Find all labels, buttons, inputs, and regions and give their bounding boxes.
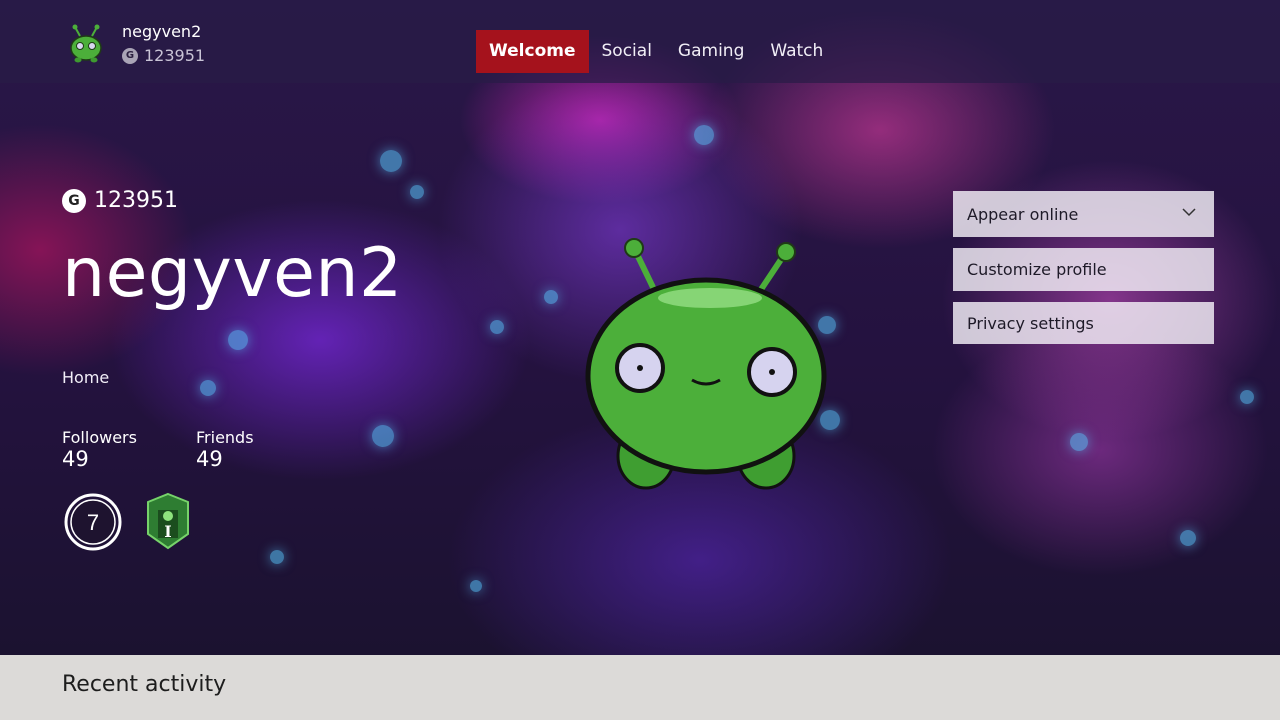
gamerscore-icon: G: [62, 188, 86, 213]
chevron-down-icon: [1182, 208, 1196, 217]
top-gamerscore-value: 123951: [144, 46, 206, 65]
tab-social[interactable]: Social: [589, 30, 665, 73]
tab-welcome[interactable]: Welcome: [476, 30, 589, 73]
gamerscore-icon: G: [122, 47, 138, 64]
privacy-settings-button[interactable]: Privacy settings: [953, 302, 1214, 344]
user-avatar-icon[interactable]: [66, 24, 106, 64]
followers-stat[interactable]: Followers 49: [62, 428, 137, 471]
recent-activity-heading: Recent activity: [62, 672, 227, 697]
reputation-ring-icon[interactable]: 7: [63, 492, 123, 552]
profile-gamertag: negyven2: [62, 234, 403, 313]
tab-watch[interactable]: Watch: [757, 30, 836, 73]
friends-stat[interactable]: Friends 49: [196, 428, 254, 471]
friends-count: 49: [196, 447, 223, 471]
presence-dropdown[interactable]: Appear online: [953, 191, 1214, 237]
tab-gaming[interactable]: Gaming: [665, 30, 757, 73]
customize-profile-button[interactable]: Customize profile: [953, 248, 1214, 291]
followers-label: Followers: [62, 428, 137, 447]
green-alien-avatar: [585, 238, 827, 490]
tier-shield-icon[interactable]: I: [142, 492, 194, 552]
top-gamerscore: G 123951: [122, 46, 205, 65]
home-label: Home: [62, 368, 110, 387]
profile-gamerscore: G 123951: [62, 188, 178, 213]
main-nav: Welcome Social Gaming Watch: [476, 30, 836, 73]
tier-letter: I: [164, 522, 171, 541]
top-username: negyven2: [122, 22, 202, 41]
followers-count: 49: [62, 447, 89, 471]
friends-label: Friends: [196, 428, 254, 447]
top-bar: negyven2 G 123951 Welcome Social Gaming …: [0, 0, 1280, 83]
profile-gamerscore-value: 123951: [94, 188, 178, 213]
presence-label: Appear online: [967, 204, 1079, 224]
reputation-level: 7: [87, 510, 99, 535]
